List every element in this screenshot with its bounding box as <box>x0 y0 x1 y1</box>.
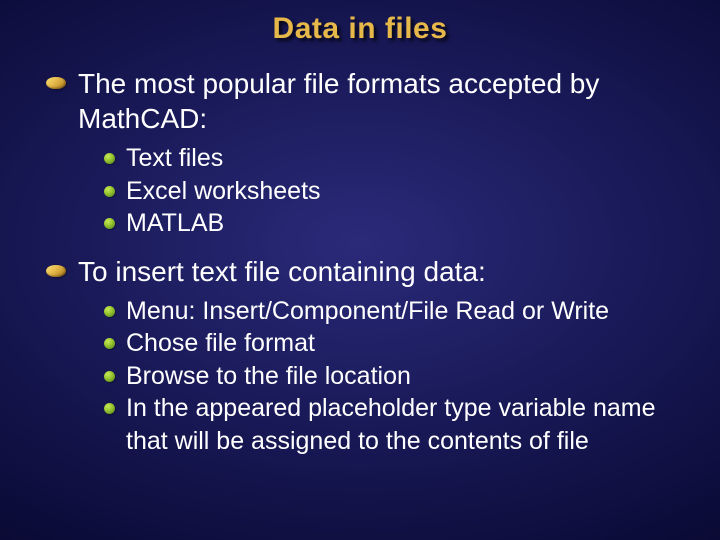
bullet-level2: Text files <box>104 142 680 175</box>
bullet-level2: Browse to the file location <box>104 360 680 393</box>
sublist: Text files Excel worksheets MATLAB <box>104 142 680 240</box>
bullet-level2: Menu: Insert/Component/File Read or Writ… <box>104 295 680 328</box>
bullet-level2: MATLAB <box>104 207 680 240</box>
bullet-level2: Excel worksheets <box>104 175 680 208</box>
bullet-level1: The most popular file formats accepted b… <box>44 66 680 136</box>
slide-content: The most popular file formats accepted b… <box>40 66 680 457</box>
bullet-level2: In the appeared placeholder type variabl… <box>104 392 680 457</box>
bullet-level2: Chose file format <box>104 327 680 360</box>
slide-title: Data in files <box>40 12 680 46</box>
bullet-level1: To insert text file containing data: <box>44 254 680 289</box>
sublist: Menu: Insert/Component/File Read or Writ… <box>104 295 680 458</box>
